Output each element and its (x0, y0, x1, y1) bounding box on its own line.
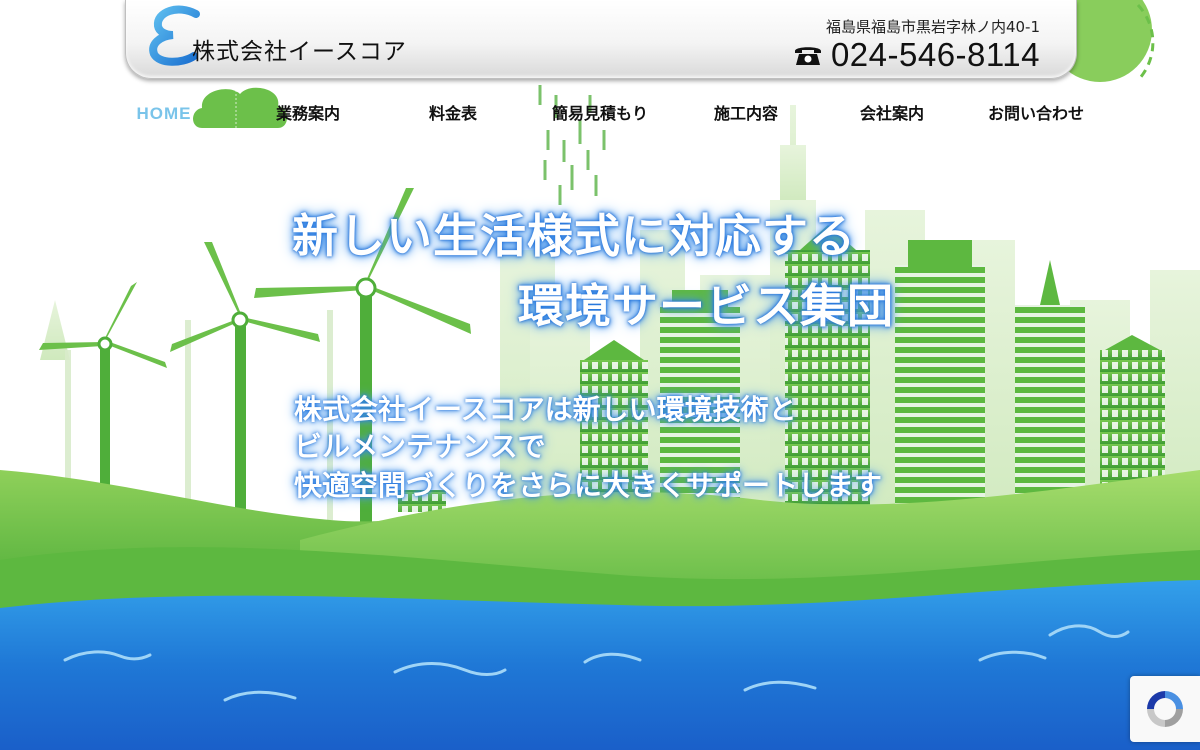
hero-body-line3: 快適空間づくりをさらに大きくサポートします (294, 469, 883, 502)
nav-contact[interactable]: お問い合わせ (984, 100, 1088, 128)
recaptcha-badge[interactable] (1130, 676, 1200, 742)
hero-headline-line2: 環境サービス集団 (518, 279, 894, 333)
hero-body-line1: 株式会社イースコアは新しい環境技術と (294, 393, 797, 426)
nav-quick-estimate[interactable]: 簡易見積もり (548, 100, 652, 128)
nav-home[interactable]: HOME (134, 100, 194, 128)
recaptcha-icon (1147, 691, 1183, 727)
hero-body-line2: ビルメンテナンスで (294, 430, 546, 463)
nav-works[interactable]: 施工内容 (706, 100, 786, 128)
company-name[interactable]: 株式会社イースコア (192, 32, 407, 66)
nav-services[interactable]: 業務案内 (268, 100, 348, 128)
company-address: 福島県福島市黒岩字林ノ内40-1 (825, 18, 1040, 36)
nav-company[interactable]: 会社案内 (852, 100, 932, 128)
site-header: 株式会社イースコア 福島県福島市黒岩字林ノ内40-1 024-546-8114 (125, 0, 1077, 79)
hero-headline-line1: 新しい生活様式に対応する (292, 209, 856, 263)
main-nav: HOME 業務案内 料金表 簡易見積もり 施工内容 会社案内 お問い合わせ (118, 86, 1118, 132)
telephone-icon (794, 47, 821, 65)
nav-price-list[interactable]: 料金表 (418, 100, 488, 128)
phone-number: 024-546-8114 (830, 36, 1040, 73)
phone-link[interactable]: 024-546-8114 (793, 36, 1040, 74)
